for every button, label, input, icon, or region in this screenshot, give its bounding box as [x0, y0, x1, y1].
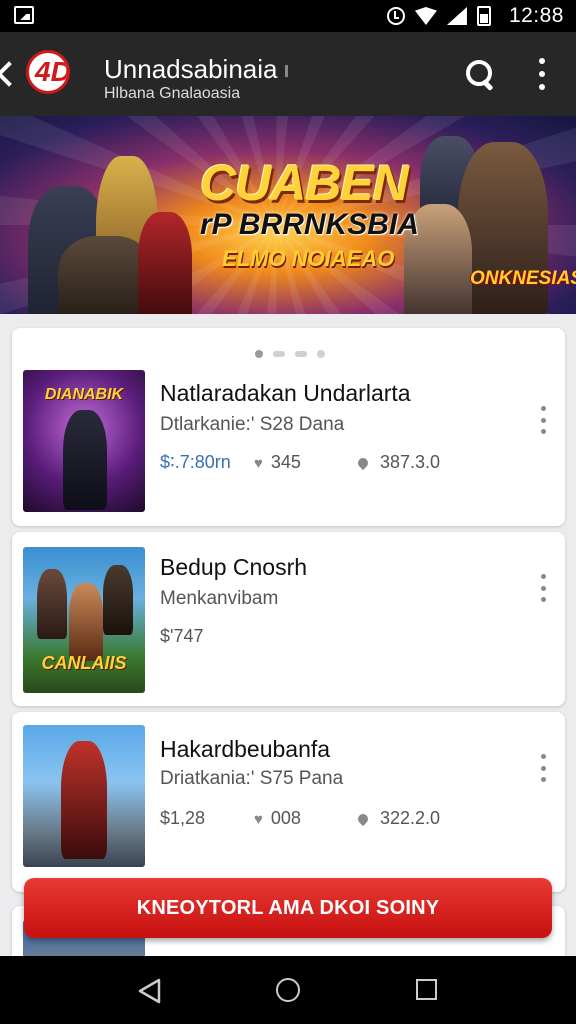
- pin-icon: [355, 812, 371, 827]
- thumbnail-character: [69, 583, 103, 661]
- thumbnail-title: CANLAIIS: [41, 653, 127, 673]
- promo-banner[interactable]: CUABEN rP BRRNKSBIA ELMO NOIAEAO ONKNESI…: [0, 116, 576, 314]
- list-item[interactable]: CANLAIIS Bedup Cnosrh Menkanvibam $'747: [12, 532, 565, 706]
- thumbnail-character: [61, 741, 107, 859]
- gallery-notification-icon: [14, 6, 34, 24]
- app-logo-mark: 4D: [35, 56, 70, 87]
- signal-icon: [446, 7, 467, 25]
- game-list[interactable]: DIANABIK Natlaradakan Undarlarta Dtlarka…: [0, 314, 576, 956]
- banner-game-logo: ONKNESIAS: [470, 268, 576, 289]
- nav-home-icon[interactable]: [276, 978, 300, 1002]
- page-title-text: Unnadsabinaia: [104, 54, 278, 84]
- game-thumbnail[interactable]: DIANABIK: [23, 370, 145, 512]
- item-title: Bedup Cnosrh: [160, 554, 308, 580]
- overflow-menu-icon[interactable]: [536, 58, 548, 90]
- game-thumbnail[interactable]: [23, 725, 145, 867]
- game-thumbnail[interactable]: CANLAIIS: [23, 547, 145, 693]
- system-nav-bar: [0, 956, 576, 1024]
- search-icon[interactable]: [464, 58, 498, 92]
- page-subtitle: Hlbana Gnalaoasia: [104, 85, 241, 102]
- item-subtitle: Driatkania:' S75 Pana: [160, 768, 344, 789]
- item-likes: 008: [254, 808, 301, 829]
- app-logo: 4D: [26, 50, 70, 94]
- item-price: $'747: [160, 626, 204, 646]
- page-title: Unnadsabinaia: [104, 54, 289, 85]
- banner-hero-left-4: [138, 212, 192, 314]
- item-rating: 387.3.0: [355, 452, 441, 473]
- item-subtitle: Menkanvibam: [160, 588, 279, 609]
- pin-icon: [355, 456, 371, 471]
- back-arrow-icon[interactable]: [0, 58, 16, 88]
- item-rating-value: 322.2.0: [380, 808, 441, 828]
- thumbnail-character: [63, 410, 107, 510]
- item-title: Hakardbeubanfa: [160, 736, 331, 762]
- status-bar: 12:88: [0, 0, 576, 32]
- item-subtitle: Dtlarkanie:' S28 Dana: [160, 414, 345, 435]
- item-price: $∶.7:80rn: [160, 452, 231, 472]
- thumbnail-character: [103, 565, 133, 635]
- list-item[interactable]: DIANABIK Natlaradakan Undarlarta Dtlarka…: [12, 328, 565, 526]
- list-item[interactable]: Hakardbeubanfa Driatkania:' S75 Pana $1,…: [12, 712, 565, 892]
- wifi-icon: [414, 7, 437, 25]
- primary-action-button[interactable]: KNEOYTORL AMA DKOI SOINY: [24, 878, 552, 938]
- status-time: 12:88: [508, 4, 564, 27]
- app-bar: 4D Unnadsabinaia Hlbana Gnalaoasia: [0, 32, 576, 116]
- nav-back-icon[interactable]: [138, 978, 162, 1004]
- nav-recents-icon[interactable]: [416, 979, 437, 1000]
- carousel-indicator: [255, 350, 325, 358]
- thumbnail-title: DIANABIK: [44, 386, 124, 403]
- item-rating: 322.2.0: [355, 808, 441, 829]
- banner-tagline: ELMO NOIAEAO: [222, 246, 395, 271]
- item-menu-icon[interactable]: [539, 406, 547, 434]
- item-menu-icon[interactable]: [539, 754, 547, 782]
- banner-headline: CUABEN: [200, 155, 409, 211]
- banner-subheadline: rP BRRNKSBIA: [200, 208, 419, 241]
- alarm-icon: [386, 7, 405, 25]
- thumbnail-character: [37, 569, 67, 639]
- battery-icon: [476, 6, 491, 26]
- title-cursor: [285, 65, 289, 78]
- item-title: Natlaradakan Undarlarta: [160, 380, 411, 406]
- item-likes: 345: [254, 452, 301, 473]
- item-menu-icon[interactable]: [539, 574, 547, 602]
- item-price: $1,28: [160, 808, 206, 828]
- item-rating-value: 387.3.0: [380, 452, 441, 472]
